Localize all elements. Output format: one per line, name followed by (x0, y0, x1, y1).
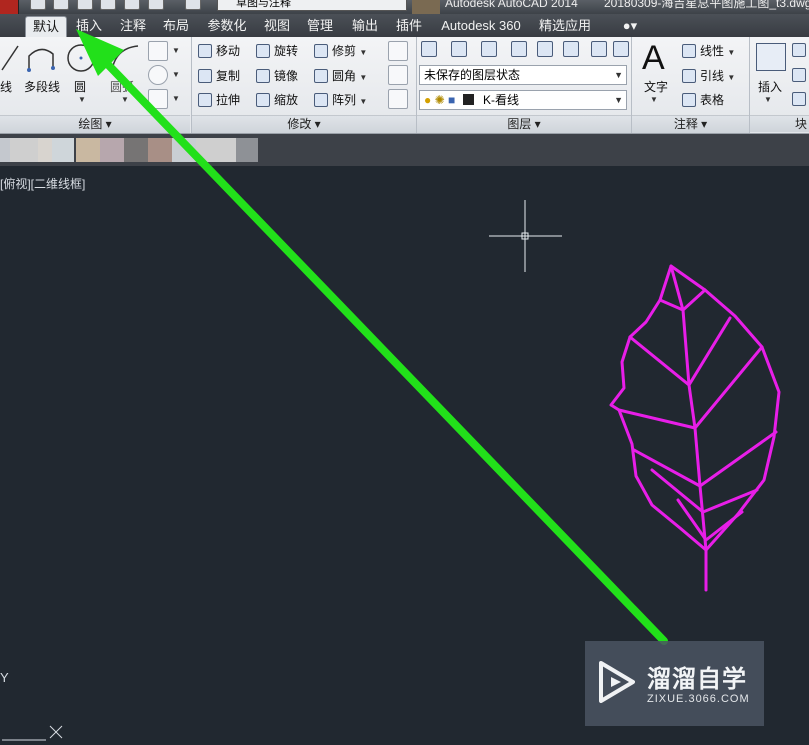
drawing-overlay (2, 29, 781, 741)
watermark-brand: 溜溜自学 (647, 666, 747, 693)
pointer-arrow (76, 29, 668, 645)
ucs-y-label: Y (0, 670, 9, 685)
leaf-drawing[interactable] (609, 264, 781, 592)
crosshair-cursor (489, 200, 562, 272)
ucs-icon (2, 725, 63, 741)
watermark: 溜溜自学 ZIXUE.3066.COM (585, 641, 764, 726)
watermark-url: ZIXUE.3066.COM (647, 693, 750, 705)
play-logo-icon (599, 661, 635, 703)
